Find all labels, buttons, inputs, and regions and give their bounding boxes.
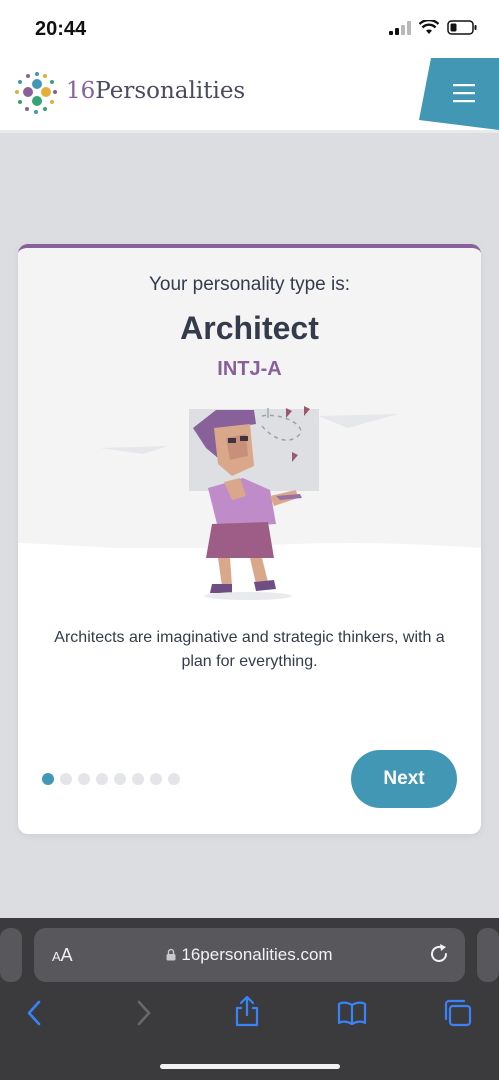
progress-dot xyxy=(96,773,108,785)
brand-word: Personalities xyxy=(95,78,246,104)
progress-dot xyxy=(60,773,72,785)
result-lead: Your personality type is: xyxy=(148,274,351,295)
progress-dot xyxy=(114,773,126,785)
progress-dot xyxy=(42,773,54,785)
lock-icon xyxy=(166,948,176,961)
reload-icon[interactable] xyxy=(427,942,451,966)
url-text: 16personalities.com xyxy=(181,945,333,964)
result-description: Architects are imaginative and strategic… xyxy=(54,629,445,670)
share-icon[interactable] xyxy=(232,994,262,1028)
status-icons xyxy=(389,20,477,35)
progress-dot xyxy=(78,773,90,785)
battery-icon xyxy=(447,20,477,35)
back-icon[interactable] xyxy=(22,998,48,1028)
previous-tab-preview[interactable] xyxy=(0,928,22,982)
url-display[interactable]: 16personalities.com xyxy=(34,945,465,965)
brand-name[interactable]: 16Personalities xyxy=(66,78,245,104)
next-tab-preview[interactable] xyxy=(477,928,499,982)
status-time: 20:44 xyxy=(35,18,87,40)
result-card: Your personality type is: Architect INTJ… xyxy=(18,244,481,834)
home-indicator[interactable] xyxy=(160,1064,340,1069)
personality-type-name: Architect xyxy=(180,310,319,346)
personality-type-code: INTJ-A xyxy=(217,358,282,380)
forward-icon[interactable] xyxy=(130,998,156,1028)
logo-dots-icon[interactable] xyxy=(14,70,60,116)
address-bar[interactable]: AA 16personalities.com xyxy=(34,928,465,982)
status-bar: 20:44 xyxy=(0,0,499,58)
brand-number: 16 xyxy=(66,78,96,104)
tabs-icon[interactable] xyxy=(442,998,474,1028)
wifi-icon xyxy=(419,20,439,34)
next-button[interactable]: Next xyxy=(351,750,457,808)
site-header: 16Personalities xyxy=(0,58,499,133)
browser-bottom-bar: AA 16personalities.com xyxy=(0,918,499,1080)
architect-illustration xyxy=(18,406,481,608)
bookmarks-icon[interactable] xyxy=(336,998,368,1028)
progress-dot xyxy=(150,773,162,785)
progress-dot xyxy=(168,773,180,785)
slide-progress-dots xyxy=(42,773,180,785)
menu-button[interactable] xyxy=(419,58,499,130)
progress-dot xyxy=(132,773,144,785)
cellular-signal-icon xyxy=(389,20,411,35)
